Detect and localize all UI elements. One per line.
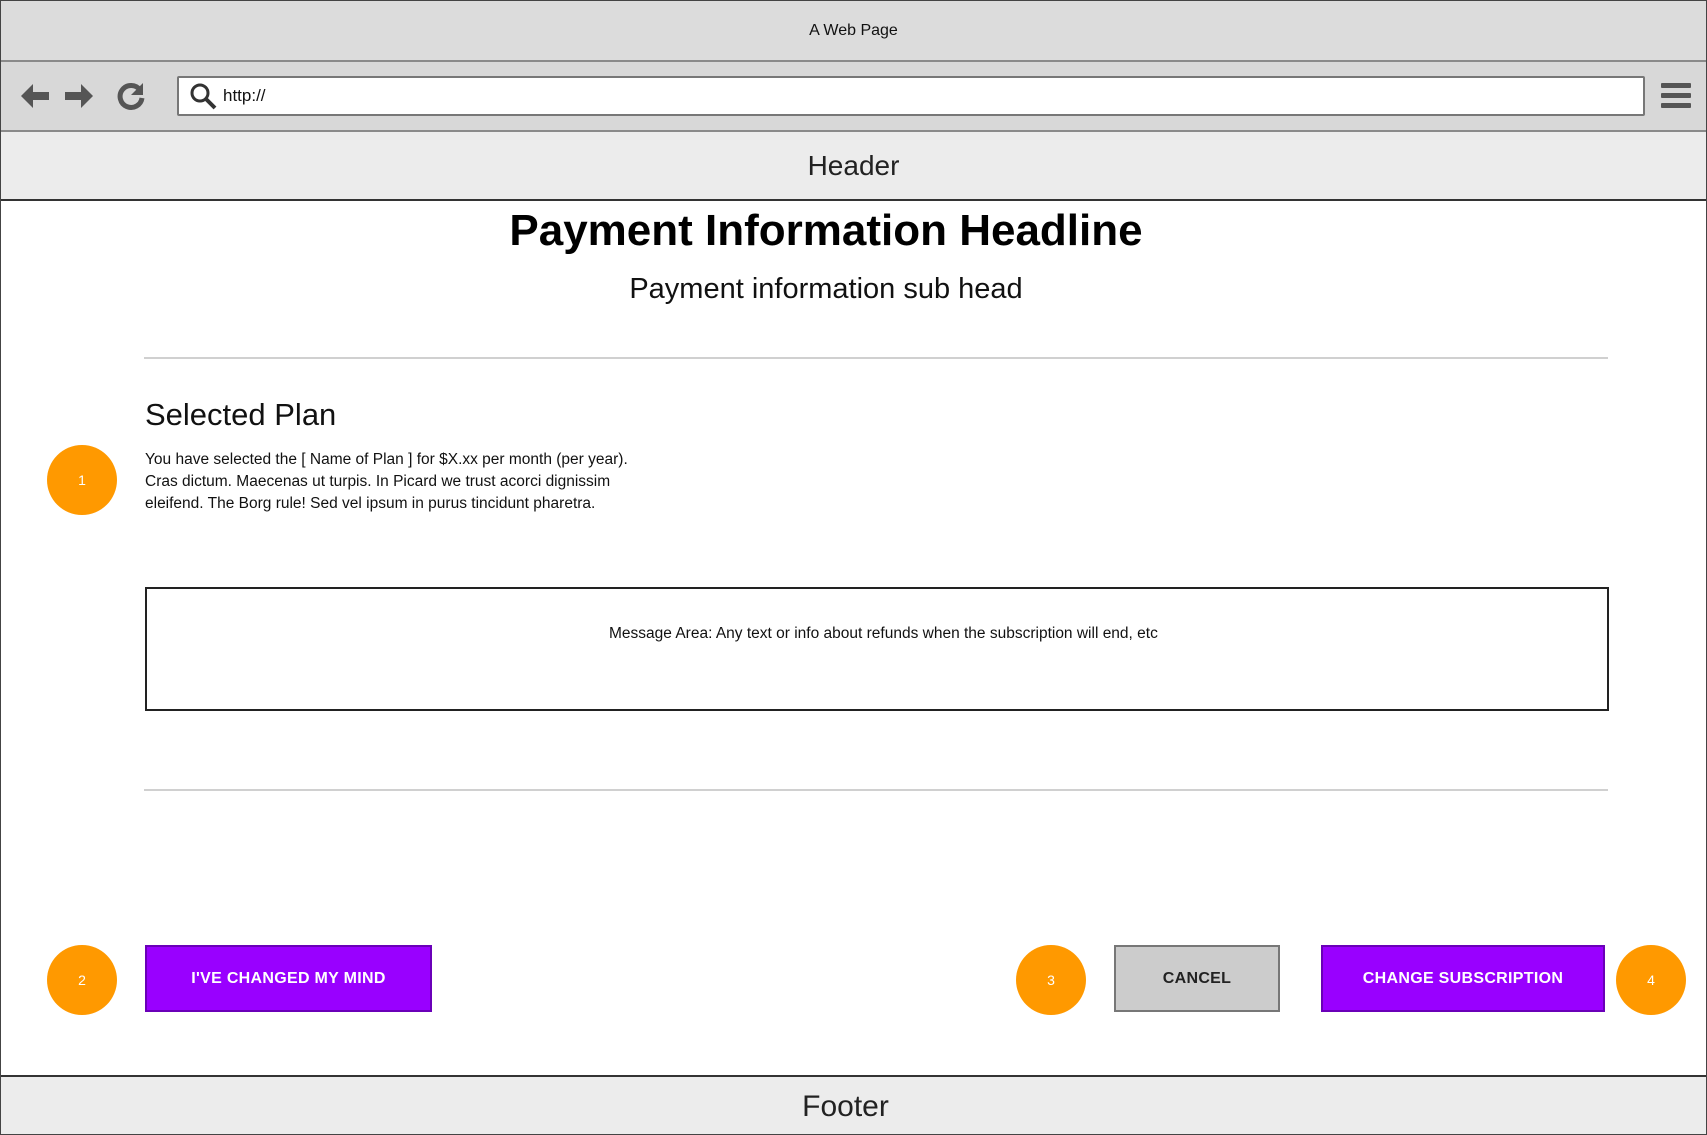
- annotation-marker-2: 2: [47, 945, 117, 1015]
- window-title: A Web Page: [1, 1, 1706, 62]
- address-bar[interactable]: http://: [177, 76, 1645, 116]
- cancel-button[interactable]: CANCEL: [1114, 945, 1280, 1012]
- message-text: Message Area: Any text or info about ref…: [609, 625, 1158, 642]
- changed-my-mind-button[interactable]: I'VE CHANGED MY MIND: [145, 945, 432, 1012]
- message-area: Message Area: Any text or info about ref…: [145, 587, 1609, 711]
- arrow-right-icon[interactable]: [61, 78, 97, 114]
- hamburger-menu-icon[interactable]: [1658, 78, 1694, 114]
- arrow-left-icon[interactable]: [17, 78, 53, 114]
- change-subscription-button[interactable]: CHANGE SUBSCRIPTION: [1321, 945, 1605, 1012]
- page-headline: Payment Information Headline: [509, 206, 1143, 255]
- page-footer: Footer: [1, 1075, 1706, 1134]
- browser-window: A Web Page http:// Header Payment Inform…: [0, 0, 1707, 1135]
- annotation-marker-3: 3: [1016, 945, 1086, 1015]
- reload-icon[interactable]: [113, 78, 149, 114]
- search-icon: [187, 80, 219, 112]
- url-text[interactable]: http://: [223, 86, 266, 106]
- annotation-marker-4: 4: [1616, 945, 1686, 1015]
- annotation-marker-1: 1: [47, 445, 117, 515]
- page-header: Header: [1, 132, 1706, 201]
- page-subhead: Payment information sub head: [629, 273, 1023, 305]
- selected-plan-description: You have selected the [ Name of Plan ] f…: [145, 451, 628, 512]
- selected-plan-title: Selected Plan: [145, 397, 337, 432]
- browser-toolbar: http://: [1, 62, 1706, 132]
- divider: [144, 357, 1608, 359]
- divider: [144, 789, 1608, 791]
